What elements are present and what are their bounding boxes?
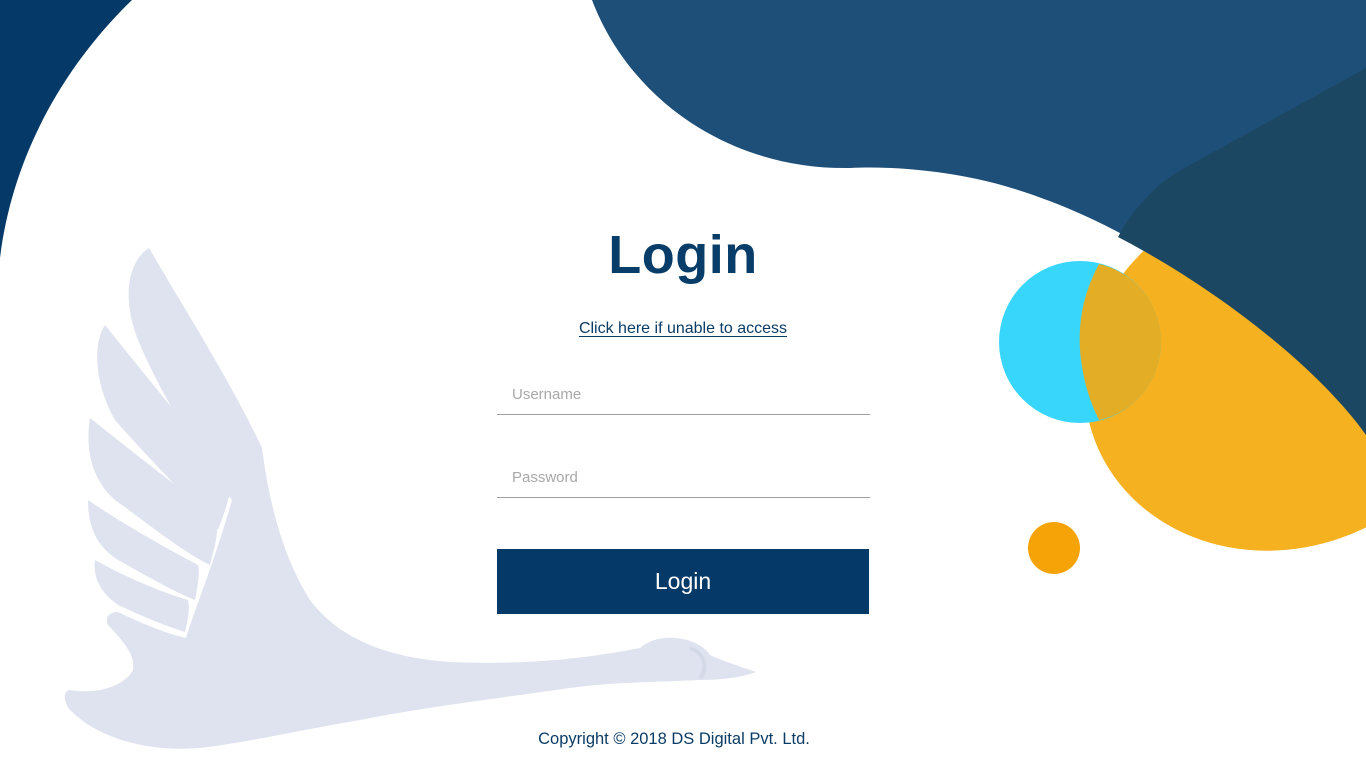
top-left-corner-shape bbox=[0, 0, 132, 258]
orange-dot bbox=[1028, 522, 1080, 574]
username-input[interactable] bbox=[497, 375, 870, 415]
access-help-link[interactable]: Click here if unable to access bbox=[483, 320, 883, 338]
login-page: Login Click here if unable to access Log… bbox=[0, 0, 1366, 768]
copyright-text: Copyright © 2018 DS Digital Pvt. Ltd. bbox=[538, 730, 810, 748]
password-input[interactable] bbox=[497, 458, 870, 498]
page-title: Login bbox=[608, 225, 758, 285]
login-button[interactable]: Login bbox=[497, 549, 869, 614]
